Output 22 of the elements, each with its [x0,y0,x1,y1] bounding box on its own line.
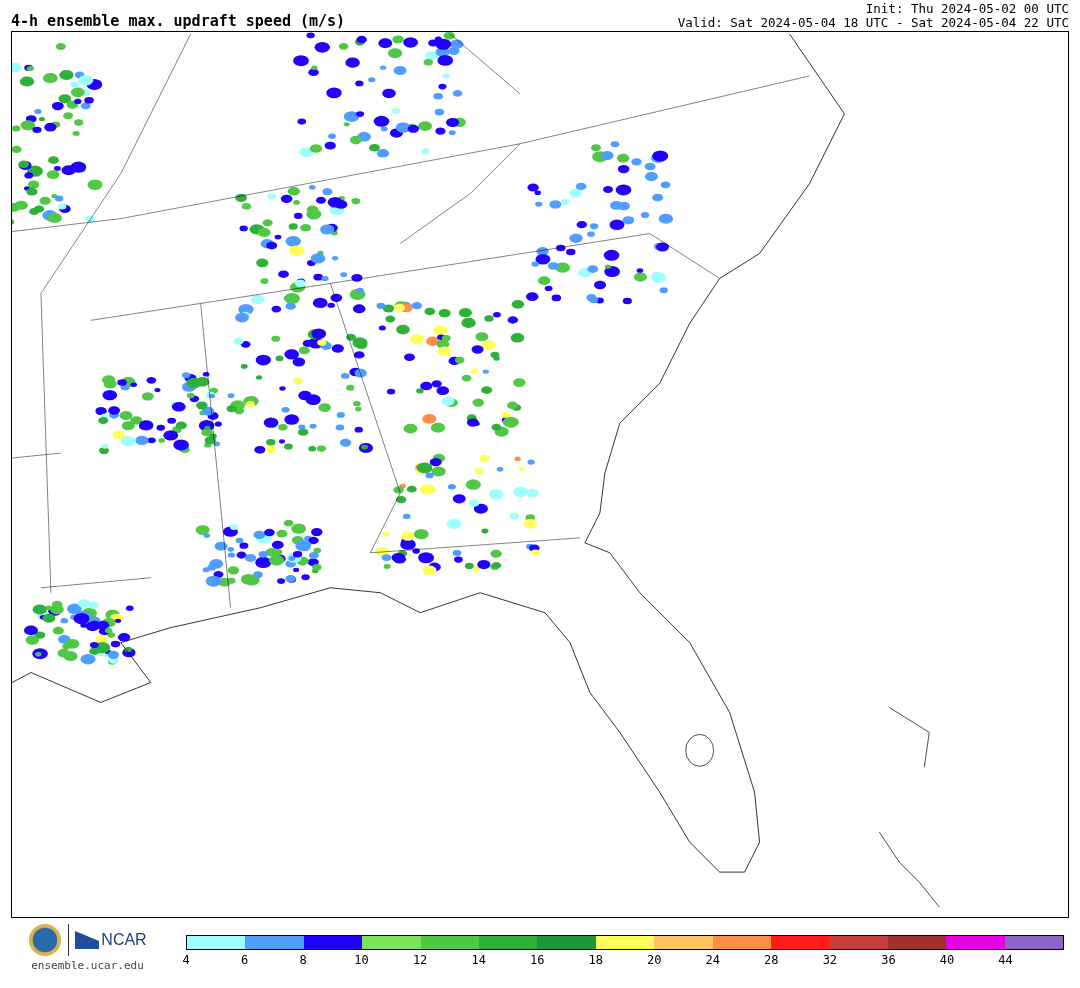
site-url: ensemble.ucar.edu [31,959,144,972]
logo-text: NCAR [101,931,147,949]
scale-label: 6 [240,953,249,967]
scale-label: 32 [822,953,838,967]
scale-label: 16 [529,953,545,967]
scale-label: 8 [299,953,307,967]
scale-label: 10 [354,953,369,967]
scale-label: 24 [705,953,720,967]
scale-label: 12 [412,953,428,967]
scale-label: 18 [588,953,603,967]
scale-label: 14 [471,953,486,967]
scale-label: 28 [764,953,779,967]
scale-label: 4 [182,953,190,967]
triangle-icon [75,931,100,949]
seal-icon [28,923,63,957]
scale-label: 40 [939,953,955,967]
init-time: Init: Thu 2024-05-02 00 UTC [865,2,1069,16]
scale-label: 44 [998,953,1013,967]
valid-time: Valid: Sat 2024-05-04 18 UTC - Sat 2024-05-04 22 UTC [677,16,1069,30]
scale-label: 36 [881,953,896,967]
scale-label: 20 [647,953,662,967]
chart-title: 4-h ensemble max. updraft speed (m/s) [11,12,346,30]
